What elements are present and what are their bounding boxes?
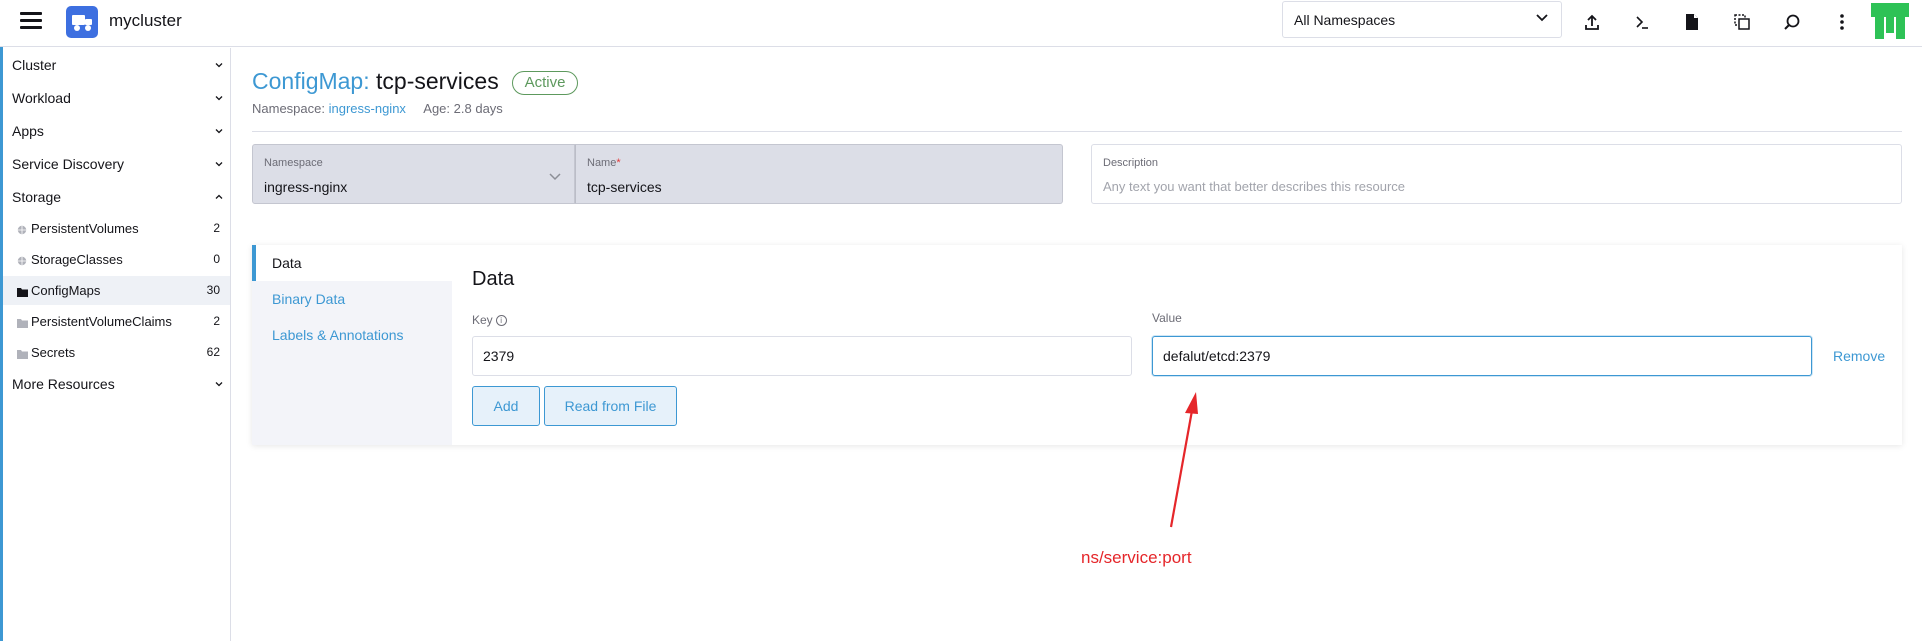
chevron-down-icon <box>214 156 224 172</box>
nav-group-more-resources[interactable]: More Resources <box>12 376 224 392</box>
info-icon[interactable]: i <box>495 315 507 326</box>
namespace-field-value: ingress-nginx <box>264 179 348 195</box>
sidebar-item-count: 0 <box>213 252 220 266</box>
description-placeholder: Any text you want that better describes … <box>1103 179 1406 194</box>
chevron-down-icon <box>548 169 562 187</box>
folder-icon <box>17 347 28 362</box>
sidebar-item-label: Secrets <box>31 345 76 360</box>
read-from-file-button[interactable]: Read from File <box>544 386 677 426</box>
top-header: mycluster All Namespaces <box>0 0 1922 47</box>
nav-group-storage[interactable]: Storage <box>12 189 224 205</box>
nav-group-label: Service Discovery <box>12 156 125 172</box>
chevron-up-icon <box>214 189 224 205</box>
namespace-meta-link[interactable]: ingress-nginx <box>329 101 406 116</box>
tab-label: Labels & Annotations <box>272 327 404 343</box>
nav-group-service-discovery[interactable]: Service Discovery <box>12 156 224 172</box>
tab-labels-annotations[interactable]: Labels & Annotations <box>252 317 452 353</box>
key-label-text: Key <box>472 313 493 327</box>
value-input[interactable]: defalut/etcd:2379 <box>1152 336 1812 376</box>
sidebar-item-label: StorageClasses <box>31 252 123 267</box>
namespace-field-label: Namespace <box>264 157 323 169</box>
import-icon[interactable] <box>1578 8 1606 36</box>
tab-data[interactable]: Data <box>252 245 452 281</box>
namespace-select[interactable]: Namespace ingress-nginx <box>252 144 575 204</box>
title-divider <box>252 131 1902 132</box>
add-button[interactable]: Add <box>472 386 540 426</box>
nav-group-label: Cluster <box>12 57 57 73</box>
tab-label: Binary Data <box>272 291 346 307</box>
sidebar-item-persistentvolumes[interactable]: PersistentVolumes 2 <box>3 214 230 243</box>
age-meta-label: Age: <box>423 101 451 116</box>
nav-group-label: Apps <box>12 123 44 139</box>
sidebar-item-label: ConfigMaps <box>31 283 101 298</box>
nav-group-label: More Resources <box>12 376 115 392</box>
copy-config-icon[interactable] <box>1728 8 1756 36</box>
tab-label: Data <box>272 255 302 271</box>
nav-group-apps[interactable]: Apps <box>12 123 224 139</box>
name-field-value: tcp-services <box>587 179 662 195</box>
annotation-text: ns/service:port <box>1081 548 1192 567</box>
description-field[interactable]: Description Any text you want that bette… <box>1091 144 1902 204</box>
tab-binary-data[interactable]: Binary Data <box>252 281 452 317</box>
cluster-name: mycluster <box>109 11 182 30</box>
more-icon[interactable] <box>1828 8 1856 36</box>
sidebar-item-configmaps[interactable]: ConfigMaps 30 <box>3 276 230 305</box>
chevron-down-icon <box>214 376 224 392</box>
namespace-meta-label: Namespace: <box>252 101 325 116</box>
nav-group-cluster[interactable]: Cluster <box>12 57 224 73</box>
description-field-label: Description <box>1103 157 1159 169</box>
sidebar-item-persistentvolumeclaims[interactable]: PersistentVolumeClaims 2 <box>3 307 230 336</box>
folder-icon <box>17 316 28 331</box>
nav-group-label: Storage <box>12 189 62 205</box>
chevron-down-icon <box>214 90 224 106</box>
search-icon[interactable] <box>1778 8 1806 36</box>
page-title: ConfigMap: tcp-services <box>252 68 499 95</box>
sidebar-item-label: PersistentVolumeClaims <box>31 314 172 329</box>
sidebar-item-storageclasses[interactable]: StorageClasses 0 <box>3 245 230 274</box>
sidebar-item-label: PersistentVolumes <box>31 221 139 236</box>
file-icon[interactable] <box>1678 8 1706 36</box>
sidebar-item-count: 2 <box>213 314 220 328</box>
data-section-heading: Data <box>472 268 515 290</box>
resource-meta: Namespace: ingress-nginx Age: 2.8 days <box>252 101 503 116</box>
key-label: Key i <box>472 313 507 327</box>
sidebar-item-count: 30 <box>206 283 220 297</box>
globe-icon <box>17 223 27 238</box>
chevron-down-icon <box>214 123 224 139</box>
sidebar-item-count: 62 <box>206 345 220 359</box>
cluster-logo-icon <box>66 6 98 38</box>
remove-button[interactable]: Remove <box>1833 348 1885 364</box>
chevron-down-icon <box>1535 11 1549 30</box>
globe-icon <box>17 254 27 269</box>
name-label-text: Name <box>587 157 617 169</box>
chevron-down-icon <box>214 57 224 73</box>
key-input[interactable]: 2379 <box>472 336 1132 376</box>
folder-icon <box>17 285 28 300</box>
hamburger-menu-icon[interactable] <box>20 12 42 30</box>
resource-name: tcp-services <box>376 68 499 94</box>
status-badge: Active <box>512 71 578 95</box>
nav-group-label: Workload <box>12 90 71 106</box>
annotation-arrow-icon <box>1150 385 1200 540</box>
shell-icon[interactable] <box>1628 8 1656 36</box>
sidebar-item-count: 2 <box>213 221 220 235</box>
nav-group-workload[interactable]: Workload <box>12 90 224 106</box>
rancher-logo-icon <box>1871 3 1909 39</box>
side-tabs: Data Binary Data Labels & Annotations <box>252 245 452 445</box>
name-field-label: Name* <box>587 157 621 169</box>
age-meta-value: 2.8 days <box>453 101 503 116</box>
sidebar-item-secrets[interactable]: Secrets 62 <box>3 338 230 367</box>
value-label: Value <box>1152 311 1182 325</box>
sidebar: Cluster Workload Apps Service Discovery … <box>3 48 231 641</box>
name-field[interactable]: Name* tcp-services <box>575 144 1063 204</box>
namespace-filter-select[interactable]: All Namespaces <box>1282 1 1562 38</box>
namespace-filter-value: All Namespaces <box>1294 12 1396 28</box>
resource-kind-link[interactable]: ConfigMap: <box>252 68 370 94</box>
required-marker: * <box>616 157 621 169</box>
